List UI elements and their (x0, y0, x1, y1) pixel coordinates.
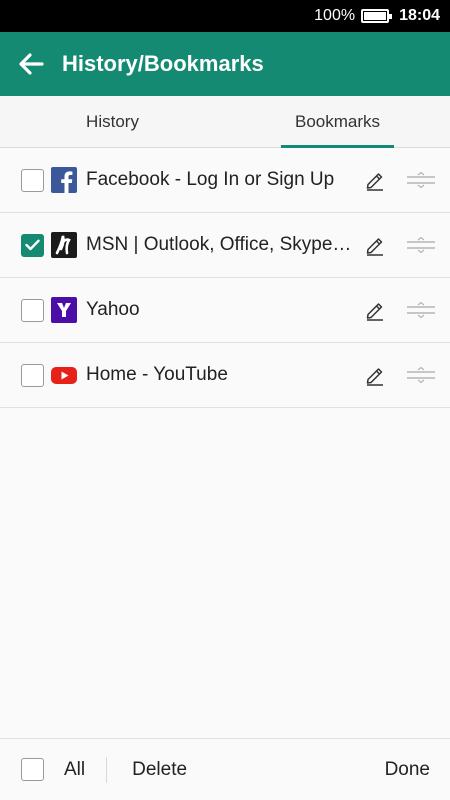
back-button[interactable] (0, 32, 62, 96)
bookmark-title: MSN | Outlook, Office, Skype, Bing, Brea… (86, 234, 354, 255)
drag-handle[interactable] (406, 170, 436, 190)
edit-button[interactable] (363, 233, 387, 257)
bookmark-title: Yahoo (86, 299, 140, 320)
battery-icon (361, 9, 393, 23)
pencil-icon (366, 173, 383, 191)
bookmark-row[interactable]: Home - YouTube (0, 343, 450, 408)
bottom-action-bar: All Delete Done (0, 738, 450, 800)
bookmark-row[interactable]: Yahoo (0, 278, 450, 343)
checkmark-icon (25, 239, 40, 251)
bookmark-checkbox[interactable] (21, 363, 44, 387)
select-all-label[interactable]: All (64, 759, 85, 781)
drag-handle-icon (407, 172, 435, 188)
pencil-icon (366, 368, 383, 386)
edit-button[interactable] (363, 168, 387, 192)
edit-button[interactable] (363, 363, 387, 387)
msn-icon (51, 232, 77, 258)
bookmark-row[interactable]: MSN | Outlook, Office, Skype, Bing, Brea… (0, 213, 450, 278)
tab-bar: History Bookmarks (0, 96, 450, 148)
pencil-icon (366, 238, 383, 256)
edit-button[interactable] (363, 298, 387, 322)
bookmark-row[interactable]: Facebook - Log In or Sign Up (0, 148, 450, 213)
divider (106, 756, 108, 783)
drag-handle-icon (407, 302, 435, 318)
tab-history[interactable]: History (0, 96, 225, 147)
clock: 18:04 (399, 7, 440, 24)
bookmark-list: Facebook - Log In or Sign Up MSN | Outlo… (0, 148, 450, 408)
youtube-icon (51, 362, 77, 388)
delete-button[interactable]: Delete (132, 759, 187, 781)
drag-handle[interactable] (406, 235, 436, 255)
drag-handle[interactable] (406, 300, 436, 320)
facebook-icon (51, 167, 77, 193)
drag-handle-icon (407, 367, 435, 383)
tab-bookmarks[interactable]: Bookmarks (225, 96, 450, 148)
arrow-left-icon (19, 53, 44, 75)
bookmark-checkbox[interactable] (21, 168, 44, 192)
bookmark-title: Facebook - Log In or Sign Up (86, 169, 335, 190)
drag-handle-icon (407, 237, 435, 253)
bookmark-checkbox[interactable] (21, 298, 44, 322)
drag-handle[interactable] (406, 365, 436, 385)
battery-percentage: 100% (314, 7, 356, 24)
app-bar: History/Bookmarks (0, 32, 450, 96)
done-button[interactable]: Done (385, 759, 430, 781)
status-bar: 100% 18:04 (0, 0, 450, 32)
select-all-checkbox[interactable] (21, 758, 44, 781)
pencil-icon (366, 303, 383, 321)
page-title: History/Bookmarks (62, 51, 264, 76)
bookmark-checkbox[interactable] (21, 233, 44, 257)
yahoo-icon (51, 297, 77, 323)
bookmark-title: Home - YouTube (86, 364, 228, 385)
